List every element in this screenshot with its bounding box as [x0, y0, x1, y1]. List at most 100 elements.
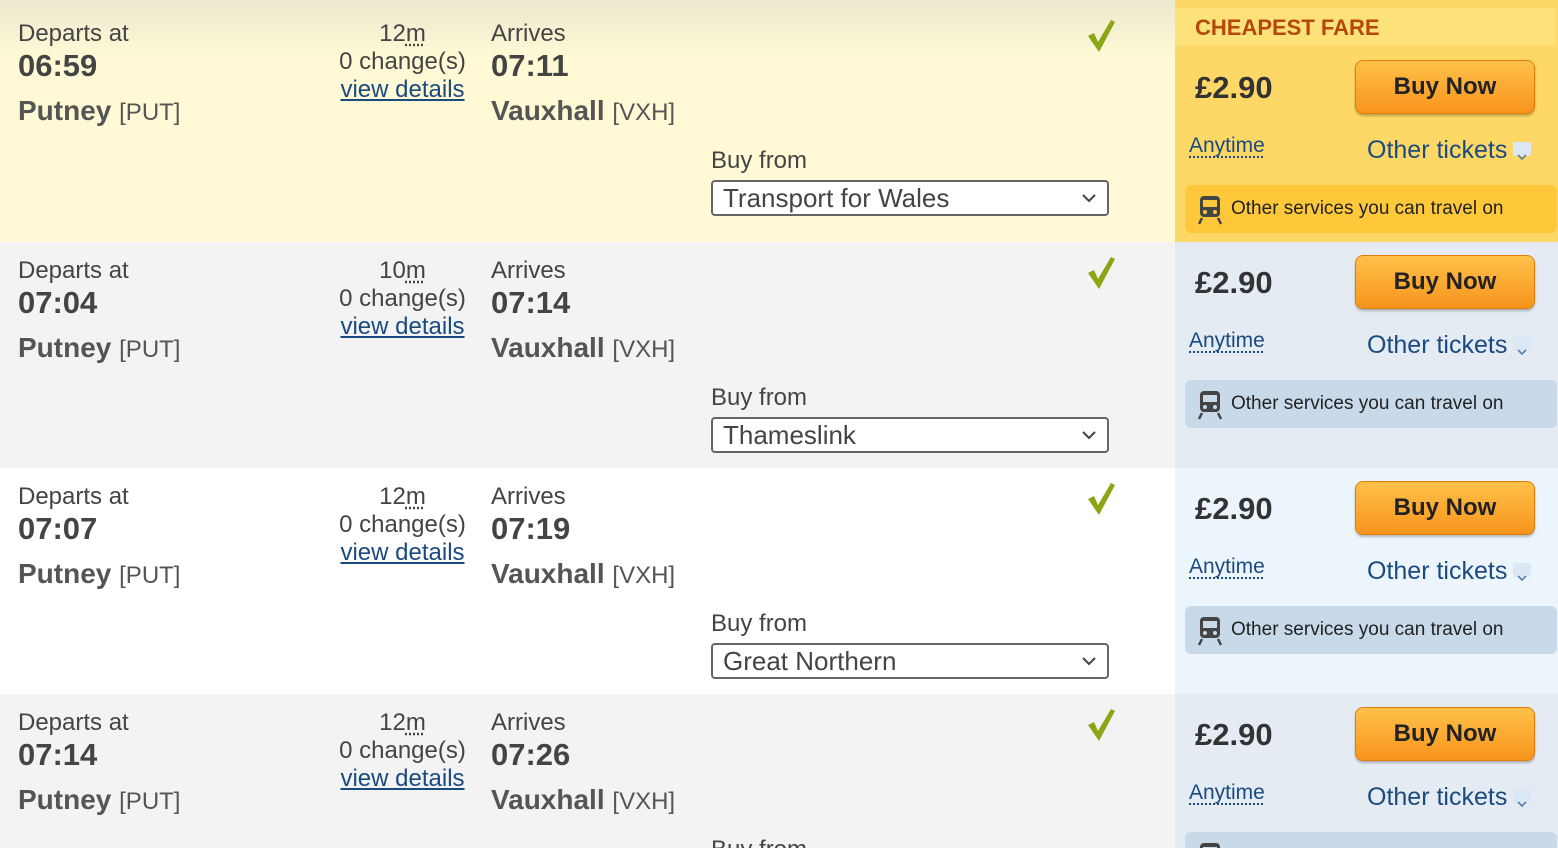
other-tickets-dropdown[interactable]: Other tickets [1367, 136, 1532, 165]
other-tickets-dropdown[interactable]: Other tickets [1367, 783, 1532, 812]
checkmark-icon [1088, 709, 1115, 741]
fare-type-link[interactable]: Anytime [1189, 329, 1265, 353]
buy-now-button[interactable]: Buy Now [1355, 255, 1535, 309]
arrival-station: Vauxhall [VXH] [491, 95, 675, 127]
chevron-down-icon [1082, 657, 1096, 666]
duration-value: 12 [379, 20, 406, 47]
buy-from-label: Buy from [711, 384, 808, 411]
other-services-box[interactable]: Other services you can travel on [1185, 185, 1557, 233]
duration-unit: m [405, 20, 426, 47]
changes: 0 change(s) [339, 285, 466, 312]
checkmark-icon [1088, 20, 1115, 52]
chevron-down-icon [1082, 194, 1096, 203]
chevron-down-icon [1513, 563, 1532, 582]
arrives-label: Arrives [491, 20, 566, 47]
train-icon [1200, 843, 1220, 848]
departure-station: Putney [PUT] [18, 784, 180, 816]
checkmark-icon [1088, 483, 1115, 515]
buy-now-button[interactable]: Buy Now [1355, 481, 1535, 535]
station-name: Vauxhall [491, 332, 605, 363]
fare-type-link[interactable]: Anytime [1189, 555, 1265, 579]
other-services-box[interactable]: Other services you can travel on [1185, 606, 1557, 654]
buy-from-label: Buy from [711, 610, 808, 637]
journey-info: Departs at 06:59 Putney [PUT] 12m 0 chan… [0, 0, 1175, 242]
fare-type-link[interactable]: Anytime [1189, 781, 1265, 805]
arrival-time: 07:26 [491, 737, 571, 772]
buy-now-button[interactable]: Buy Now [1355, 707, 1535, 761]
duration: 12m [335, 709, 470, 737]
changes: 0 change(s) [339, 511, 466, 538]
other-services-box[interactable]: Other services you can travel on [1185, 380, 1557, 428]
fare-panel: £2.90 Buy Now Anytime Other tickets Othe… [1175, 468, 1558, 694]
train-icon [1197, 391, 1223, 420]
operator-value: Great Northern [723, 646, 897, 676]
arrives-label: Arrives [491, 483, 566, 510]
departure-time: 07:07 [18, 511, 98, 546]
chevron-down-icon [1082, 431, 1096, 440]
other-tickets-label: Other tickets [1367, 136, 1508, 164]
operator-select[interactable]: Transport for Wales [711, 180, 1109, 216]
other-services-label: Other services you can travel on [1231, 198, 1504, 219]
fare-price: £2.90 [1195, 491, 1273, 526]
departure-station: Putney [PUT] [18, 332, 180, 364]
station-code: [VXH] [612, 562, 676, 589]
view-details-link[interactable]: view details [330, 539, 475, 567]
station-name: Putney [18, 558, 112, 589]
other-tickets-label: Other tickets [1367, 783, 1508, 811]
journey-row: Departs at 07:04 Putney [PUT] 10m 0 chan… [0, 242, 1558, 468]
fare-price: £2.90 [1195, 717, 1273, 752]
fare-price: £2.90 [1195, 265, 1273, 300]
arrives-label: Arrives [491, 709, 566, 736]
buy-from-label: Buy from [711, 836, 807, 848]
fare-price: £2.90 [1195, 70, 1273, 105]
station-name: Vauxhall [491, 95, 605, 126]
departure-time: 06:59 [18, 48, 98, 83]
checkmark-icon [1088, 257, 1115, 289]
other-services-box[interactable] [1185, 832, 1557, 848]
duration-value: 12 [379, 709, 406, 736]
duration-unit: m [405, 709, 426, 736]
journey-row: Departs at 07:07 Putney [PUT] 12m 0 chan… [0, 468, 1558, 694]
operator-value: Transport for Wales [723, 183, 950, 213]
duration-unit: m [405, 257, 426, 284]
duration-value: 12 [379, 483, 406, 510]
other-tickets-label: Other tickets [1367, 557, 1508, 585]
chevron-down-icon [1513, 789, 1532, 808]
arrival-time: 07:14 [491, 285, 571, 320]
station-name: Putney [18, 332, 112, 363]
station-code: [PUT] [119, 99, 181, 126]
duration-unit: m [405, 483, 426, 510]
train-icon [1197, 196, 1223, 225]
buy-now-button[interactable]: Buy Now [1355, 60, 1535, 114]
fare-type-link[interactable]: Anytime [1189, 134, 1265, 158]
departs-label: Departs at [18, 483, 129, 510]
duration: 10m [335, 257, 470, 285]
other-tickets-label: Other tickets [1367, 331, 1508, 359]
fare-panel: CHEAPEST FARE £2.90 Buy Now Anytime Othe… [1175, 0, 1558, 242]
other-tickets-dropdown[interactable]: Other tickets [1367, 557, 1532, 586]
departure-time: 07:14 [18, 737, 98, 772]
station-code: [PUT] [119, 562, 181, 589]
operator-select[interactable]: Thameslink [711, 417, 1109, 453]
changes: 0 change(s) [339, 48, 466, 75]
other-services-label: Other services you can travel on [1231, 619, 1504, 640]
arrival-station: Vauxhall [VXH] [491, 332, 675, 364]
journey-info: Departs at 07:14 Putney [PUT] 12m 0 chan… [0, 694, 1175, 848]
journey-row: Departs at 06:59 Putney [PUT] 12m 0 chan… [0, 0, 1558, 242]
station-code: [VXH] [612, 788, 676, 815]
arrives-label: Arrives [491, 257, 566, 284]
other-tickets-dropdown[interactable]: Other tickets [1367, 331, 1532, 360]
view-details-link[interactable]: view details [330, 76, 475, 104]
operator-value: Thameslink [723, 420, 856, 450]
station-code: [VXH] [612, 336, 676, 363]
station-code: [PUT] [119, 336, 181, 363]
view-details-link[interactable]: view details [330, 765, 475, 793]
departure-time: 07:04 [18, 285, 98, 320]
station-name: Vauxhall [491, 784, 605, 815]
view-details-link[interactable]: view details [330, 313, 475, 341]
operator-select[interactable]: Great Northern [711, 643, 1109, 679]
station-name: Putney [18, 784, 112, 815]
fare-panel: £2.90 Buy Now Anytime Other tickets [1175, 694, 1558, 848]
arrival-station: Vauxhall [VXH] [491, 784, 675, 816]
arrival-time: 07:11 [491, 48, 569, 83]
